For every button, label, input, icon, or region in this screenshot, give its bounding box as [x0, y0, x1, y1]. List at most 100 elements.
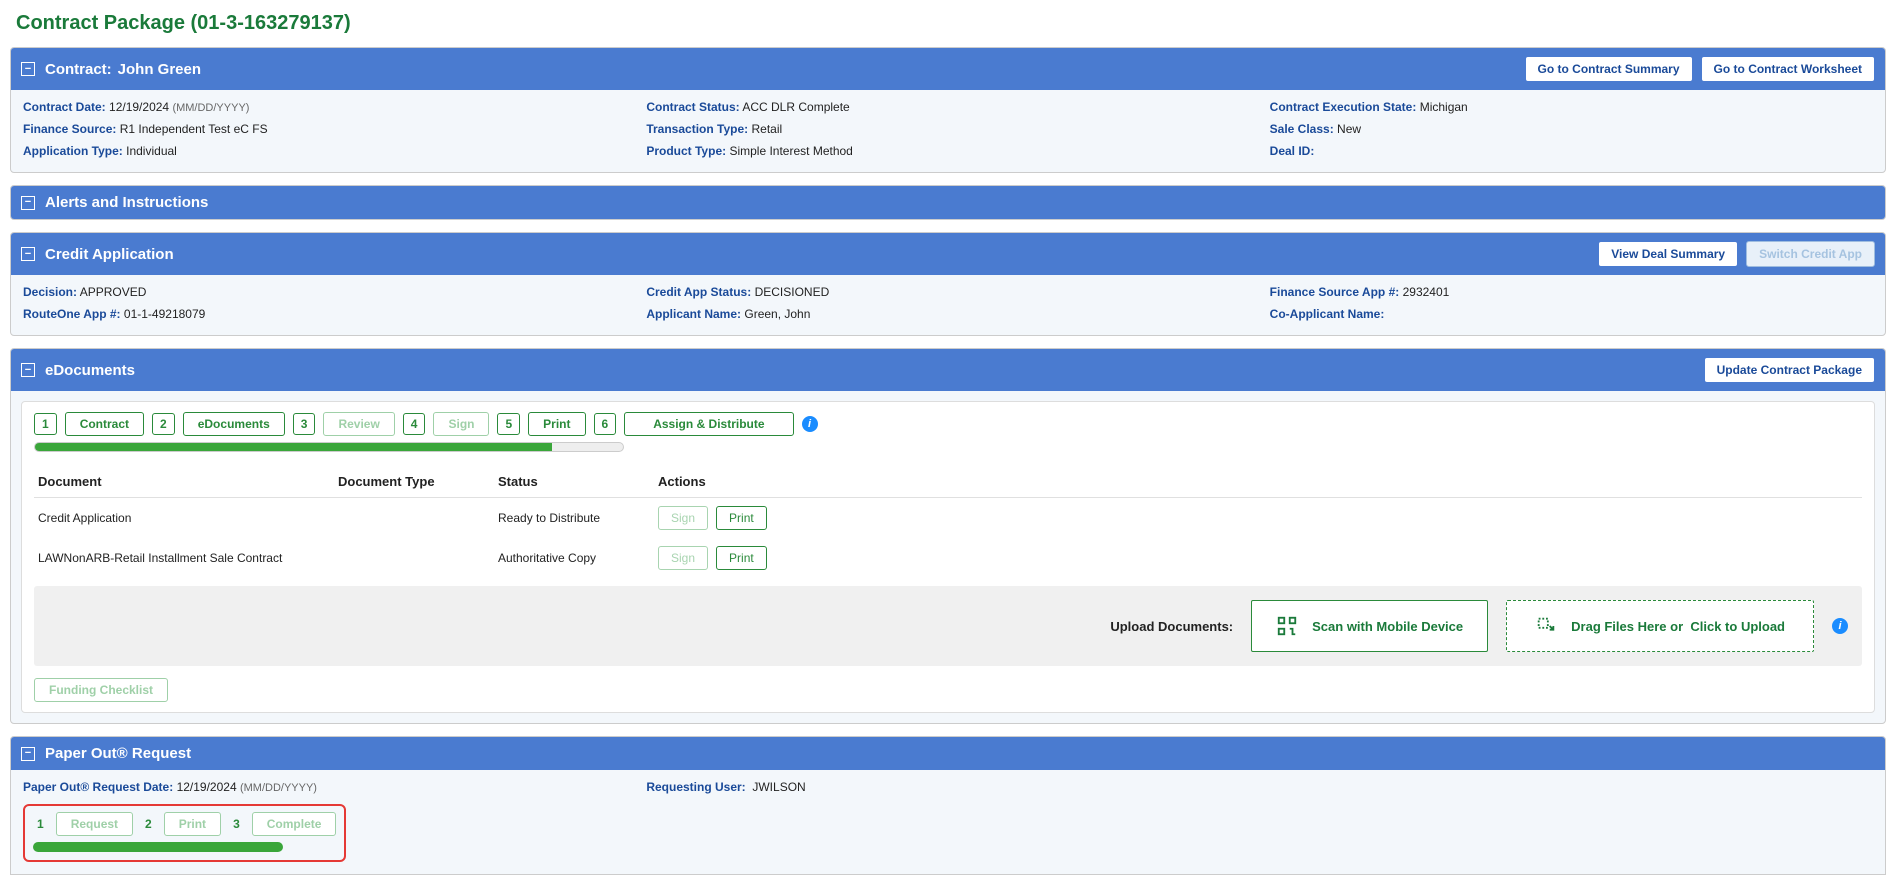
contract-panel-header: − Contract: John Green Go to Contract Su… — [11, 48, 1885, 90]
funding-checklist-button: Funding Checklist — [34, 678, 168, 702]
collapse-icon[interactable]: − — [21, 62, 35, 76]
info-icon[interactable]: i — [802, 416, 818, 432]
step-edocuments-button[interactable]: eDocuments — [183, 412, 285, 436]
finance-source-label: Finance Source: — [23, 122, 116, 136]
contract-panel: − Contract: John Green Go to Contract Su… — [10, 47, 1886, 173]
finance-source-value: R1 Independent Test eC FS — [120, 122, 268, 136]
doc-status: Ready to Distribute — [498, 511, 658, 525]
documents-table: Document Document Type Status Actions Cr… — [34, 466, 1862, 578]
drop-label-a: Drag Files Here or — [1571, 619, 1683, 634]
collapse-icon[interactable]: − — [21, 363, 35, 377]
paper-out-steps-highlight: 1 Request 2 Print 3 Complete — [23, 804, 346, 862]
contract-date-label: Contract Date: — [23, 100, 106, 114]
step-2-num: 2 — [152, 413, 175, 435]
paper-out-progress-bar — [33, 842, 283, 852]
fs-app-label: Finance Source App #: — [1270, 285, 1400, 299]
product-type-label: Product Type: — [646, 144, 726, 158]
contract-date-hint: (MM/DD/YYYY) — [172, 102, 249, 114]
step-review-button: Review — [323, 412, 394, 436]
application-type-label: Application Type: — [23, 144, 123, 158]
sale-class-label: Sale Class: — [1270, 122, 1334, 136]
contract-status-label: Contract Status: — [646, 100, 739, 114]
edoc-steps: 1 Contract 2 eDocuments 3 Review 4 Sign … — [34, 412, 1862, 436]
step-print-button[interactable]: Print — [528, 412, 585, 436]
contract-date-value: 12/19/2024 — [109, 100, 169, 114]
collapse-icon[interactable]: − — [21, 747, 35, 761]
upload-documents-bar: Upload Documents: Scan with Mobile Devic… — [34, 586, 1862, 666]
credit-panel: i − Credit Application View Deal Summary… — [10, 232, 1886, 336]
po-step-1-num: 1 — [33, 814, 48, 834]
r1-app-value: 01-1-49218079 — [124, 307, 205, 321]
table-row: LAWNonARB-Retail Installment Sale Contra… — [34, 538, 1862, 578]
product-type-value: Simple Interest Method — [729, 144, 852, 158]
step-5-num: 5 — [497, 413, 520, 435]
step-contract-button[interactable]: Contract — [65, 412, 144, 436]
step-4-num: 4 — [403, 413, 426, 435]
col-type: Document Type — [338, 474, 498, 489]
step-sign-button: Sign — [433, 412, 489, 436]
paper-out-date-value: 12/19/2024 — [177, 780, 237, 794]
table-row: Credit Application Ready to Distribute S… — [34, 498, 1862, 538]
credit-status-label: Credit App Status: — [646, 285, 751, 299]
sign-button: Sign — [658, 546, 708, 570]
contract-status-value: ACC DLR Complete — [742, 100, 849, 114]
go-to-contract-worksheet-button[interactable]: Go to Contract Worksheet — [1701, 56, 1875, 82]
applicant-label: Applicant Name: — [646, 307, 741, 321]
go-to-contract-summary-button[interactable]: Go to Contract Summary — [1525, 56, 1693, 82]
po-step-3-num: 3 — [229, 814, 244, 834]
print-button[interactable]: Print — [716, 546, 767, 570]
requesting-user-label: Requesting User: — [646, 780, 745, 794]
switch-credit-app-button: Switch Credit App — [1746, 241, 1875, 267]
applicant-value: Green, John — [744, 307, 810, 321]
doc-status: Authoritative Copy — [498, 551, 658, 565]
step-1-num: 1 — [34, 413, 57, 435]
credit-title: Credit Application — [45, 246, 174, 263]
credit-status-value: DECISIONED — [755, 285, 830, 299]
print-button[interactable]: Print — [716, 506, 767, 530]
sign-button: Sign — [658, 506, 708, 530]
scan-label: Scan with Mobile Device — [1312, 619, 1463, 634]
transaction-type-value: Retail — [751, 122, 782, 136]
exec-state-label: Contract Execution State: — [1270, 100, 1417, 114]
application-type-value: Individual — [126, 144, 177, 158]
drag-drop-upload[interactable]: Drag Files Here or Click to Upload — [1506, 600, 1814, 652]
po-complete-button: Complete — [252, 812, 337, 836]
sale-class-value: New — [1337, 122, 1361, 136]
transaction-type-label: Transaction Type: — [646, 122, 748, 136]
drop-label-b: Click to Upload — [1690, 619, 1785, 634]
paper-out-panel: − Paper Out® Request Paper Out® Request … — [10, 736, 1886, 875]
qr-icon — [1276, 615, 1298, 637]
edocuments-panel: − eDocuments Update Contract Package 1 C… — [10, 348, 1886, 724]
collapse-icon[interactable]: − — [21, 196, 35, 210]
doc-name: Credit Application — [38, 511, 338, 525]
col-actions: Actions — [658, 474, 1858, 489]
upload-icon — [1535, 615, 1557, 637]
paper-out-date-hint: (MM/DD/YYYY) — [240, 782, 317, 794]
po-request-button: Request — [56, 812, 133, 836]
po-print-button: Print — [164, 812, 221, 836]
view-deal-summary-button[interactable]: View Deal Summary — [1598, 241, 1738, 267]
fs-app-value: 2932401 — [1403, 285, 1450, 299]
step-assign-distribute-button[interactable]: Assign & Distribute — [624, 412, 793, 436]
alerts-title: Alerts and Instructions — [45, 194, 208, 211]
decision-value: APPROVED — [80, 285, 147, 299]
upload-label: Upload Documents: — [1110, 619, 1233, 634]
page-title: Contract Package (01-3-163279137) — [16, 12, 1880, 35]
edocuments-title: eDocuments — [45, 362, 135, 379]
collapse-icon[interactable]: − — [21, 247, 35, 261]
r1-app-label: RouteOne App #: — [23, 307, 121, 321]
alerts-panel: − Alerts and Instructions — [10, 185, 1886, 220]
step-6-num: 6 — [594, 413, 617, 435]
po-step-2-num: 2 — [141, 814, 156, 834]
scan-with-mobile-button[interactable]: Scan with Mobile Device — [1251, 600, 1488, 652]
col-document: Document — [38, 474, 338, 489]
update-contract-package-button[interactable]: Update Contract Package — [1704, 357, 1875, 383]
contract-header-prefix: Contract: — [45, 61, 112, 78]
paper-out-title: Paper Out® Request — [45, 745, 191, 762]
doc-name: LAWNonARB-Retail Installment Sale Contra… — [38, 551, 338, 565]
info-icon[interactable]: i — [1832, 618, 1848, 634]
requesting-user-value: JWILSON — [752, 780, 805, 794]
paper-out-date-label: Paper Out® Request Date: — [23, 780, 173, 794]
decision-label: Decision: — [23, 285, 77, 299]
deal-id-label: Deal ID: — [1270, 144, 1315, 158]
